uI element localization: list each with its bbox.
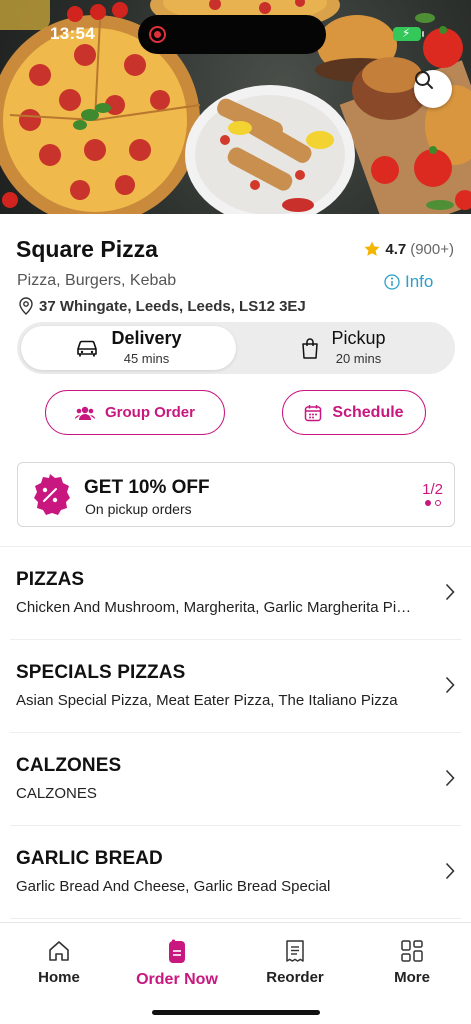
chevron-right-icon bbox=[445, 676, 455, 694]
info-label: Info bbox=[405, 272, 434, 291]
delivery-time: 45 mins bbox=[123, 351, 170, 367]
category-title: PIZZAS bbox=[16, 569, 85, 590]
restaurant-address: 37 Whingate, Leeds, Leeds, LS12 3EJ bbox=[18, 297, 306, 315]
promo-page-dots bbox=[422, 500, 443, 506]
category-row-pizzas[interactable]: PIZZAS Chicken And Mushroom, Margherita,… bbox=[10, 547, 461, 640]
info-icon bbox=[384, 274, 400, 290]
category-items: Garlic Bread And Cheese, Garlic Bread Sp… bbox=[16, 878, 331, 895]
shopping-bag-icon bbox=[302, 338, 319, 359]
promo-banner[interactable]: GET 10% OFF On pickup orders 1/2 bbox=[17, 462, 455, 527]
grid-icon bbox=[401, 940, 423, 962]
delivery-label: Delivery bbox=[111, 328, 182, 349]
group-order-label: Group Order bbox=[104, 404, 195, 421]
tab-label: Home bbox=[38, 969, 80, 986]
category-title: CALZONES bbox=[16, 755, 122, 776]
car-icon bbox=[77, 340, 98, 357]
chevron-right-icon bbox=[445, 862, 455, 880]
category-title: GARLIC BREAD bbox=[16, 848, 163, 869]
category-row-calzones[interactable]: CALZONES CALZONES bbox=[10, 733, 461, 826]
tab-label: Reorder bbox=[266, 969, 324, 986]
star-icon bbox=[364, 241, 380, 256]
category-title: SPECIALS PIZZAS bbox=[16, 662, 186, 683]
category-items: CALZONES bbox=[16, 785, 97, 802]
tab-label: Order Now bbox=[136, 971, 218, 988]
dynamic-island bbox=[138, 15, 326, 54]
order-mode-toggle: Delivery 45 mins Pickup 20 mins bbox=[17, 322, 455, 374]
rating-count: (900+) bbox=[410, 240, 454, 258]
screen-record-icon bbox=[149, 26, 166, 43]
rating: 4.7 (900+) bbox=[363, 240, 454, 258]
chevron-right-icon bbox=[445, 769, 455, 787]
status-bar-time: 13:54 bbox=[50, 24, 95, 43]
calendar-icon bbox=[305, 404, 322, 421]
tab-home[interactable]: Home bbox=[0, 939, 118, 986]
order-icon bbox=[169, 939, 185, 963]
rating-score: 4.7 bbox=[385, 240, 407, 258]
menu-category-list: PIZZAS Chicken And Mushroom, Margherita,… bbox=[0, 547, 471, 919]
page-dot-active bbox=[424, 500, 431, 506]
search-icon bbox=[415, 71, 433, 89]
pickup-option[interactable]: Pickup 20 mins bbox=[236, 326, 451, 370]
promo-subtitle: On pickup orders bbox=[85, 501, 192, 517]
address-text: 37 Whingate, Leeds, Leeds, LS12 3EJ bbox=[39, 297, 306, 315]
search-button[interactable] bbox=[414, 70, 452, 108]
restaurant-name: Square Pizza bbox=[16, 236, 158, 262]
discount-badge-icon bbox=[34, 474, 70, 515]
category-row-garlic-bread[interactable]: GARLIC BREAD Garlic Bread And Cheese, Ga… bbox=[10, 826, 461, 919]
home-indicator[interactable] bbox=[152, 1010, 320, 1015]
schedule-button[interactable]: Schedule bbox=[282, 390, 426, 435]
tab-label: More bbox=[394, 969, 430, 986]
delivery-option[interactable]: Delivery 45 mins bbox=[21, 326, 236, 370]
battery-icon: ⚡ bbox=[393, 26, 424, 41]
promo-page-count: 1/2 bbox=[422, 481, 443, 498]
schedule-label: Schedule bbox=[332, 403, 404, 421]
pickup-time: 20 mins bbox=[335, 351, 382, 367]
group-icon bbox=[74, 406, 95, 420]
hero-food-image: 13:54 ⚡ bbox=[0, 0, 471, 214]
promo-title: GET 10% OFF bbox=[84, 477, 210, 498]
info-link[interactable]: Info bbox=[384, 272, 433, 292]
category-row-specials-pizzas[interactable]: SPECIALS PIZZAS Asian Special Pizza, Mea… bbox=[10, 640, 461, 733]
tab-reorder[interactable]: Reorder bbox=[236, 939, 354, 986]
tab-order-now[interactable]: Order Now bbox=[118, 939, 236, 989]
page-dot bbox=[434, 500, 441, 506]
pickup-label: Pickup bbox=[331, 328, 386, 349]
category-items: Chicken And Mushroom, Margherita, Garlic… bbox=[16, 599, 416, 616]
home-icon bbox=[49, 941, 69, 961]
bottom-tab-bar: Home Order Now Reorder More bbox=[0, 922, 471, 1024]
group-order-button[interactable]: Group Order bbox=[45, 390, 225, 435]
location-pin-icon bbox=[19, 297, 33, 315]
promo-pager: 1/2 bbox=[422, 481, 443, 506]
tab-more[interactable]: More bbox=[353, 939, 471, 986]
category-items: Asian Special Pizza, Meat Eater Pizza, T… bbox=[16, 692, 398, 709]
chevron-right-icon bbox=[445, 583, 455, 601]
receipt-icon bbox=[286, 940, 304, 962]
cuisine-list: Pizza, Burgers, Kebab bbox=[17, 272, 177, 289]
